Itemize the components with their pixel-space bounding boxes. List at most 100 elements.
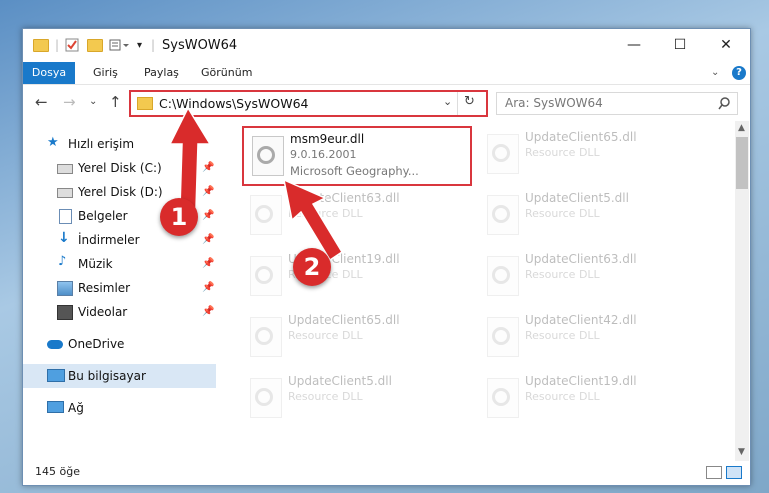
file-description: Resource DLL <box>288 329 363 342</box>
sidebar-item-network[interactable]: Ağ <box>23 396 216 420</box>
sidebar-item-label: Ağ <box>68 401 84 415</box>
minimize-button[interactable]: — <box>611 29 657 61</box>
file-description: Resource DLL <box>525 390 600 403</box>
divider <box>457 92 458 115</box>
recent-locations-chevron-icon[interactable]: ⌄ <box>89 96 97 107</box>
sidebar-item-label: Belgeler <box>78 209 128 223</box>
separator: | <box>151 38 156 52</box>
file-tile[interactable]: UpdateClient65.dll Resource DLL <box>242 309 472 369</box>
search-input[interactable]: Ara: SysWOW64 <box>505 96 603 110</box>
gear-icon <box>492 388 510 406</box>
sidebar-item-onedrive[interactable]: OneDrive <box>23 332 216 356</box>
vertical-scrollbar[interactable]: ▲ ▼ <box>735 121 749 461</box>
pin-icon[interactable]: 📌 <box>202 306 214 317</box>
gear-icon <box>255 327 273 345</box>
scroll-up-icon[interactable]: ▲ <box>738 123 745 133</box>
chevron-down-icon[interactable]: ▾ <box>137 37 142 53</box>
scrollbar-thumb[interactable] <box>736 137 748 189</box>
folder-icon <box>33 37 49 53</box>
file-name: msm9eur.dll <box>290 132 365 146</box>
music-icon: ♪ <box>58 254 67 269</box>
gear-icon <box>492 144 510 162</box>
sidebar-item-videos[interactable]: Videolar 📌 <box>23 300 216 324</box>
gear-icon <box>492 205 510 223</box>
pin-icon[interactable]: 📌 <box>202 234 214 245</box>
file-name: UpdateClient63.dll <box>525 252 637 266</box>
file-name: UpdateClient19.dll <box>525 374 637 388</box>
network-icon <box>47 401 64 413</box>
file-tile[interactable]: UpdateClient42.dll Resource DLL <box>479 309 709 369</box>
cloud-icon <box>47 340 63 349</box>
file-name: UpdateClient42.dll <box>525 313 637 327</box>
pictures-icon <box>57 281 73 296</box>
sidebar-item-label: OneDrive <box>68 337 125 351</box>
sidebar-item-label: Resimler <box>78 281 131 295</box>
file-name: UpdateClient5.dll <box>525 191 629 205</box>
file-version: 9.0.16.2001 <box>290 148 357 161</box>
sidebar-item-music[interactable]: ♪ Müzik 📌 <box>23 252 216 276</box>
forward-button[interactable]: → <box>63 93 76 111</box>
help-icon[interactable]: ? <box>732 66 746 80</box>
search-icon[interactable] <box>718 97 731 110</box>
close-button[interactable]: ✕ <box>703 29 749 61</box>
file-description: Resource DLL <box>525 146 600 159</box>
back-button[interactable]: ← <box>35 93 48 111</box>
file-tile[interactable]: UpdateClient19.dll Resource DLL <box>479 370 709 430</box>
tab-share[interactable]: Paylaş <box>144 62 179 84</box>
file-tile[interactable]: UpdateClient5.dll Resource DLL <box>479 187 709 247</box>
title-bar: | ▾ | SysWOW64 — ☐ ✕ <box>23 29 750 62</box>
sidebar-item-label: Videolar <box>78 305 128 319</box>
window-title: SysWOW64 <box>162 38 238 53</box>
quick-access-toolbar-icon[interactable] <box>109 37 131 53</box>
search-box[interactable]: Ara: SysWOW64 <box>496 92 738 115</box>
gear-icon <box>492 327 510 345</box>
scroll-down-icon[interactable]: ▼ <box>738 447 745 457</box>
sidebar-item-label: Müzik <box>78 257 113 271</box>
documents-icon <box>59 209 72 224</box>
tab-home[interactable]: Giriş <box>93 62 118 84</box>
step-badge-1: 1 <box>160 198 198 236</box>
sidebar-item-label: İndirmeler <box>78 233 140 247</box>
sidebar-item-label: Hızlı erişim <box>68 137 135 151</box>
up-button[interactable]: ↑ <box>109 93 122 111</box>
tab-file[interactable]: Dosya <box>23 62 75 84</box>
gear-icon <box>255 388 273 406</box>
tab-view[interactable]: Görünüm <box>201 62 252 84</box>
navigation-bar: ← → ⌄ ↑ C:\Windows\SysWOW64 ⌄ ↻ Ara: Sys… <box>23 85 750 119</box>
file-description: Resource DLL <box>525 207 600 220</box>
pin-icon[interactable]: 📌 <box>202 258 214 269</box>
file-name: UpdateClient5.dll <box>288 374 392 388</box>
star-icon: ★ <box>47 135 59 150</box>
new-folder-icon[interactable] <box>87 37 103 53</box>
file-name: UpdateClient65.dll <box>288 313 400 327</box>
maximize-button[interactable]: ☐ <box>657 29 703 61</box>
file-tile[interactable]: UpdateClient5.dll Resource DLL <box>242 370 472 430</box>
download-icon: ↓ <box>58 230 70 246</box>
details-view-icon[interactable] <box>706 466 722 479</box>
address-dropdown-icon[interactable]: ⌄ <box>443 95 452 108</box>
sidebar-item-pictures[interactable]: Resimler 📌 <box>23 276 216 300</box>
tiles-view-icon[interactable] <box>726 466 742 479</box>
step-badge-2: 2 <box>293 248 331 286</box>
properties-icon[interactable] <box>65 37 79 53</box>
gear-icon <box>257 146 275 164</box>
file-description: Resource DLL <box>288 390 363 403</box>
drive-icon <box>57 164 73 174</box>
ribbon: Dosya Giriş Paylaş Görünüm ⌄ ? <box>23 62 750 85</box>
file-tile[interactable]: UpdateClient65.dll Resource DLL <box>479 126 709 186</box>
file-tile[interactable]: UpdateClient63.dll Resource DLL <box>479 248 709 308</box>
expand-ribbon-icon[interactable]: ⌄ <box>711 62 719 84</box>
sidebar-item-label: Bu bilgisayar <box>68 369 146 383</box>
item-count: 145 öğe <box>35 465 80 478</box>
gear-icon <box>492 266 510 284</box>
file-name: UpdateClient65.dll <box>525 130 637 144</box>
drive-icon <box>57 188 73 198</box>
status-bar: 145 öğe <box>23 461 750 485</box>
sidebar-item-this-pc[interactable]: Bu bilgisayar <box>23 364 216 388</box>
videos-icon <box>57 305 73 320</box>
pin-icon[interactable]: 📌 <box>202 282 214 293</box>
explorer-window: | ▾ | SysWOW64 — ☐ ✕ Dosya Giriş Paylaş … <box>22 28 751 486</box>
file-description: Resource DLL <box>525 329 600 342</box>
computer-icon <box>47 369 65 382</box>
refresh-icon[interactable]: ↻ <box>464 94 475 109</box>
